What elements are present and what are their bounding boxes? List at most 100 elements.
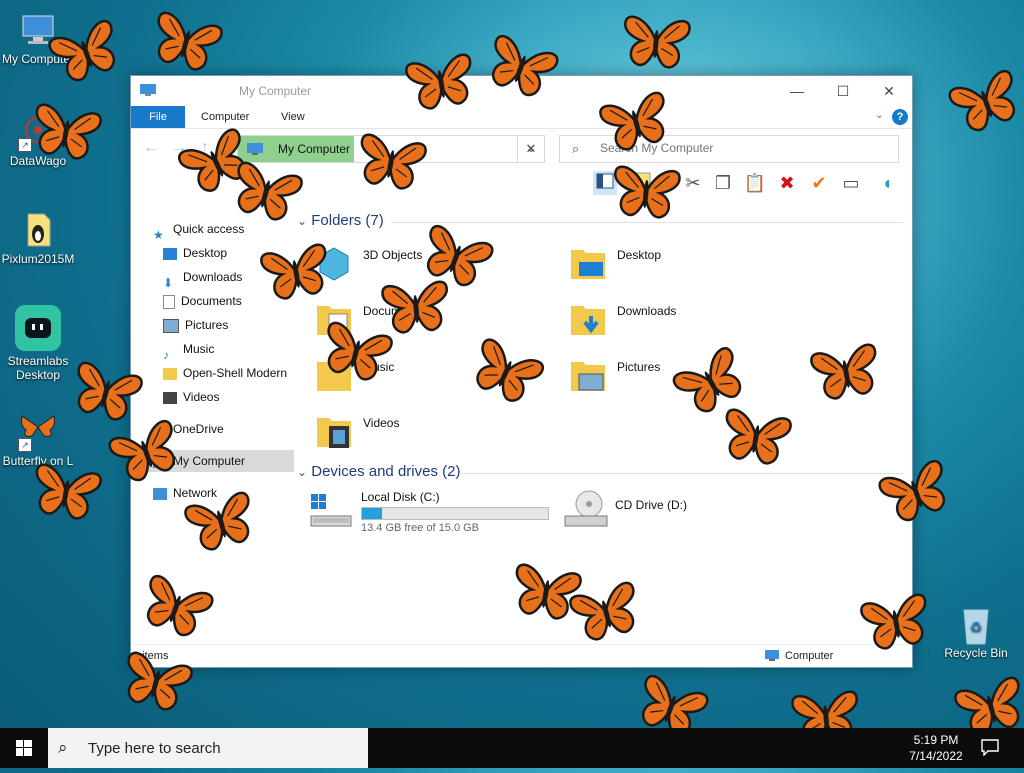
butterfly-shortcut-icon: ↗ [18,412,58,452]
divider [461,473,903,474]
folder-music[interactable]: Music [315,356,535,404]
sidebar-item-music[interactable]: ♪ Music [163,338,295,362]
sidebar-item-network[interactable]: Network [153,482,285,504]
devices-group-header[interactable]: ⌄ Devices and drives (2) [297,463,460,480]
streamlabs-icon [14,304,62,352]
folder-name: 3D Objects [363,248,423,262]
search-box[interactable]: ⌕ [559,135,899,163]
music-folder-icon [315,356,353,394]
drive-cd[interactable]: CD Drive (D:) [563,490,763,538]
taskbar-search-placeholder: Type here to search [88,740,221,757]
hard-drive-icon [309,494,355,535]
properties-card-icon[interactable]: ▭ [839,171,863,195]
explorer-window[interactable]: My Computer — ☐ ✕ File Computer View ⌄ ?… [130,75,913,668]
cloud-icon: ☁ [153,427,165,442]
desktop-icon-my-computer[interactable]: My Computer [0,10,76,66]
desktop-icon-label: My Computer [1,52,75,66]
documents-folder-icon [315,300,353,338]
videos-folder-icon [315,412,353,450]
close-button[interactable]: ✕ [866,76,912,106]
folder-desktop[interactable]: Desktop [569,244,789,292]
sidebar-item-downloads[interactable]: ⬇ Downloads [163,266,295,290]
folder-3d-objects[interactable]: 3D Objects [315,244,535,292]
address-bar[interactable]: My Computer ⌄ [237,135,545,163]
folder-pictures[interactable]: Pictures [569,356,789,404]
sidebar-item-videos[interactable]: Videos [163,386,295,408]
sidebar-item-onedrive[interactable]: ☁ OneDrive [153,418,285,442]
pixlum-icon [18,210,58,250]
sidebar-item-label: Desktop [183,246,228,260]
system-clock[interactable]: 5:19 PM 7/14/2022 [900,732,972,764]
sidebar-item-label: Documents [181,294,242,308]
sidebar-item-desktop[interactable]: Desktop [163,242,295,264]
desktop-icon-recycle-bin[interactable]: ♻ Recycle Bin [938,604,1014,660]
sidebar-item-documents[interactable]: Documents [163,290,295,312]
monitor-icon [153,455,167,468]
back-arrow-icon[interactable]: ← [143,139,159,157]
folder-videos[interactable]: Videos [315,412,535,460]
star-icon: ★ [153,227,164,242]
sidebar-item-label: Downloads [183,270,243,284]
music-note-icon: ♪ [163,347,169,362]
sidebar-item-pictures[interactable]: Pictures [163,314,295,336]
taskbar: ⌕ Type here to search 5:19 PM 7/14/2022 [0,728,1024,768]
delete-icon[interactable]: ✖ [775,171,799,195]
sidebar-item-open-shell[interactable]: Open-Shell Modern [163,362,295,384]
breadcrumb[interactable]: My Computer [278,142,350,156]
folders-header-label: Folders (7) [311,212,384,229]
status-bar: 0 items Computer [131,644,912,667]
folders-group-header[interactable]: ⌄ Folders (7) [297,212,384,229]
downloads-folder-icon [569,300,607,338]
sidebar-item-label: Network [173,486,218,500]
tab-computer[interactable]: Computer [201,106,249,128]
forward-arrow-icon[interactable]: → [171,139,187,157]
tab-file[interactable]: File [131,106,185,128]
drive-local-disk[interactable]: Local Disk (C:) 13.4 GB free of 15.0 GB [309,490,549,538]
desktop-icon-label: Streamlabs Desktop [7,354,69,382]
folder-downloads[interactable]: Downloads [569,300,789,348]
folder-name: Pictures [617,360,661,374]
sidebar-item-label: Music [183,342,215,356]
shell-icon[interactable]: ◐ [877,171,901,195]
title-bar[interactable]: My Computer — ☐ ✕ [131,76,912,106]
desktop-folder-icon [569,244,607,282]
cut-icon[interactable]: ✂ [681,171,705,195]
paste-icon[interactable]: 📋 [743,171,767,195]
download-arrow-icon: ⬇ [163,275,174,290]
desktop-icon-butterfly-shortcut[interactable]: ↗ Butterfly on L [0,412,76,468]
up-arrow-icon[interactable]: ↑ [201,139,209,157]
desktop-icon-datawago[interactable]: ↗ DataWago [0,112,76,168]
desktop-icon-streamlabs[interactable]: Streamlabs Desktop [0,304,76,382]
tab-view[interactable]: View [281,106,305,128]
sidebar-item-my-computer[interactable]: My Computer [145,450,294,472]
notification-icon[interactable] [980,738,1000,757]
shortcut-arrow-icon: ↗ [18,438,32,452]
copy-icon[interactable]: ❐ [711,171,735,195]
windows-logo-icon [16,740,32,756]
sidebar-item-label: Open-Shell Modern [183,366,288,380]
drive-name: Local Disk (C:) [361,490,440,504]
layout-pane-icon[interactable] [593,171,617,195]
desktop-icon-pixlum[interactable]: Pixlum2015M [0,210,76,266]
maximize-button[interactable]: ☐ [820,76,866,106]
taskbar-search-box[interactable]: ⌕ Type here to search [48,728,368,768]
help-button[interactable]: ? [892,109,908,125]
sidebar-item-quick-access[interactable]: ★ Quick access [153,218,285,242]
content-pane: ⌄ Folders (7) 3D Objects Desktop Documen… [291,204,911,644]
rename-check-icon[interactable]: ✔ [807,171,831,195]
picture-icon [163,318,179,333]
drive-free-space: 13.4 GB free of 15.0 GB [361,522,480,534]
start-button[interactable] [0,728,48,768]
search-input[interactable] [598,140,892,156]
datawago-icon: ↗ [18,112,58,152]
status-location: Computer [785,650,834,662]
properties-icon[interactable] [631,171,655,195]
chevron-down-icon[interactable]: ⌄ [875,108,884,121]
folder-documents[interactable]: Documents [315,300,535,348]
film-icon [163,391,177,404]
minimize-button[interactable]: — [774,76,820,106]
clear-address-button[interactable]: ✕ [517,135,545,163]
sidebar-item-label: My Computer [173,454,246,468]
recycle-bin-icon: ♻ [956,604,996,645]
sidebar-item-label: OneDrive [173,422,224,436]
